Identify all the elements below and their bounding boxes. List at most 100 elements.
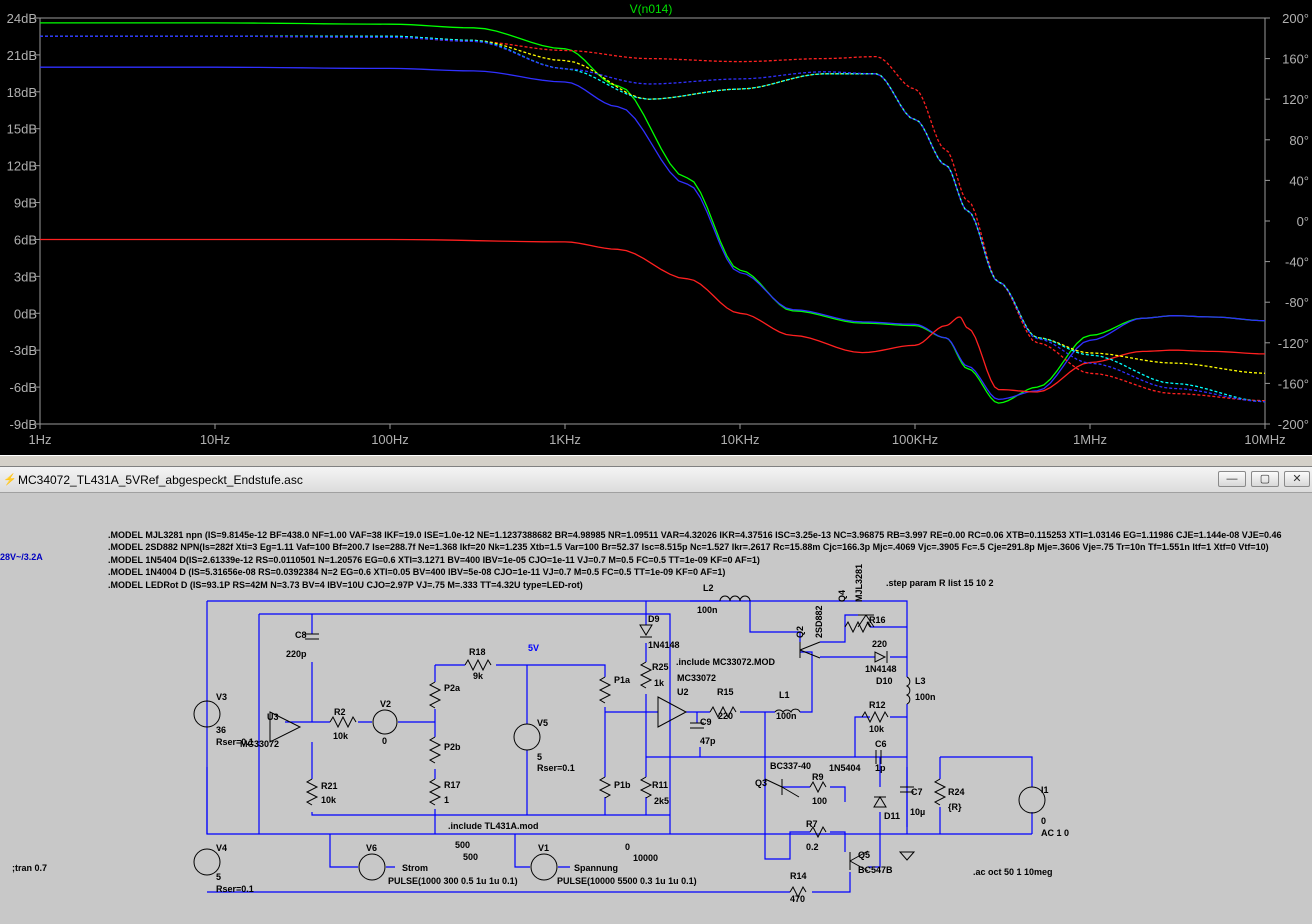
y-left-tick-label: -6dB bbox=[10, 380, 37, 395]
v1-net-label: Spannung bbox=[574, 863, 618, 873]
y-left-tick-label: 0dB bbox=[14, 306, 37, 321]
r11-value: 2k5 bbox=[654, 796, 669, 806]
p1b-label: P1b bbox=[614, 780, 631, 790]
phase-trace-6 bbox=[40, 35, 1266, 403]
v4-rser: Rser=0.1 bbox=[216, 884, 254, 894]
y-left-axis-ticks: 24dB 21dB 18dB 15dB 12dB 9dB 6dB 3dB 0dB -3dB -6dB… bbox=[7, 11, 40, 432]
close-button[interactable]: ✕ bbox=[1284, 471, 1310, 487]
v2-label: V2 bbox=[380, 699, 391, 709]
directive-tran: ;tran 0.7 bbox=[12, 863, 47, 873]
r15-label: R15 bbox=[717, 687, 734, 697]
r11-label: R11 bbox=[652, 780, 668, 790]
bode-plot[interactable]: V(n014) 1Hz 10Hz 100Hz 1KHz 10KHz 100KHz 1MHz 1… bbox=[0, 0, 1312, 455]
p2a-label: P2a bbox=[444, 683, 461, 693]
param-0: 0 bbox=[625, 842, 630, 852]
q2-label: Q2 bbox=[795, 626, 805, 638]
q3-transistor bbox=[764, 778, 800, 798]
u2-label: U2 bbox=[677, 687, 689, 697]
x-tick-label: 10KHz bbox=[720, 432, 759, 447]
v4-value: 5 bbox=[216, 872, 221, 882]
r14-label: R14 bbox=[790, 871, 807, 881]
minimize-button[interactable]: — bbox=[1218, 471, 1246, 487]
r11-resistor bbox=[639, 776, 653, 799]
magnitude-trace-0 bbox=[40, 22, 1266, 404]
l3-value: 100n bbox=[915, 692, 936, 702]
v3-value: 36 bbox=[216, 725, 226, 735]
r21-resistor bbox=[305, 778, 319, 806]
p2b-resistor bbox=[428, 736, 442, 764]
l1-label: L1 bbox=[779, 690, 790, 700]
plot-series bbox=[40, 22, 1266, 404]
v5-rser: Rser=0.1 bbox=[537, 763, 575, 773]
supply-note: 28V~/3.2A bbox=[0, 552, 43, 562]
q4-label: Q4 bbox=[837, 590, 847, 602]
r25-label: R25 bbox=[652, 662, 669, 672]
y-right-tick-label: -120° bbox=[1278, 336, 1309, 351]
d11-diode bbox=[873, 796, 887, 808]
y-left-tick-label: 12dB bbox=[7, 159, 37, 174]
schematic-canvas[interactable]: .MODEL MJL3281 npn (IS=9.8145e-12 BF=438… bbox=[0, 467, 1312, 924]
c7-value: 10µ bbox=[910, 807, 925, 817]
v4-label: V4 bbox=[216, 843, 227, 853]
i1-label: I1 bbox=[1041, 785, 1049, 795]
restore-button[interactable]: ▢ bbox=[1251, 471, 1279, 487]
u3-model: MC33072 bbox=[240, 739, 279, 749]
component-labels: V3 36 Rser=0.1 V4 5 Rser=0.1 U3 MC33072 … bbox=[216, 564, 1069, 904]
y-right-tick-label: -160° bbox=[1278, 376, 1309, 391]
waveform-plot-pane[interactable]: V(n014) 1Hz 10Hz 100Hz 1KHz 10KHz 100KHz 1MHz 1… bbox=[0, 0, 1312, 455]
q5-model: BC547B bbox=[858, 865, 893, 875]
r24-label: R24 bbox=[948, 787, 965, 797]
r2-label: R2 bbox=[334, 707, 346, 717]
param-500-b: 500 bbox=[463, 852, 478, 862]
d9-label: D9 bbox=[648, 614, 660, 624]
r2-resistor bbox=[329, 715, 357, 729]
p2b-label: P2b bbox=[444, 742, 461, 752]
y-right-tick-label: -80° bbox=[1285, 295, 1309, 310]
net-5v-label: 5V bbox=[528, 643, 539, 653]
q4-model: MJL3281 bbox=[854, 564, 864, 602]
r9-value: 100 bbox=[812, 796, 827, 806]
y-left-tick-label: 24dB bbox=[7, 11, 37, 26]
d10-model: 1N4148 bbox=[865, 664, 897, 674]
v1-label: V1 bbox=[538, 843, 549, 853]
x-tick-label: 10MHz bbox=[1244, 432, 1285, 447]
p1b-resistor bbox=[598, 776, 612, 799]
y-left-tick-label: 9dB bbox=[14, 196, 37, 211]
x-tick-label: 1Hz bbox=[28, 432, 51, 447]
x-axis-ticks: 1Hz 10Hz 100Hz 1KHz 10KHz 100KHz 1MHz 10MHz bbox=[28, 424, 1286, 447]
v1-source bbox=[530, 853, 558, 881]
pane-divider[interactable] bbox=[0, 455, 1312, 467]
v6-net-label: Strom bbox=[402, 863, 428, 873]
i1-ac: AC 1 0 bbox=[1041, 828, 1069, 838]
r16-label: R16 bbox=[869, 615, 886, 625]
d9-diode bbox=[639, 624, 653, 638]
y-right-tick-label: 160° bbox=[1282, 52, 1309, 67]
r12-value: 10k bbox=[869, 724, 885, 734]
directive-step: .step param R list 15 10 2 bbox=[886, 578, 994, 588]
q5-label: Q5 bbox=[858, 850, 870, 860]
directive-include-tl: .include TL431A.mod bbox=[448, 821, 539, 831]
schematic-titlebar[interactable]: ⚡ MC34072_TL431A_5VRef_abgespeckt_Endstu… bbox=[0, 467, 1312, 493]
v3-label: V3 bbox=[216, 692, 227, 702]
schematic-window[interactable]: .MODEL MJL3281 npn (IS=9.8145e-12 BF=438… bbox=[0, 467, 1312, 924]
c8-value: 220p bbox=[286, 649, 307, 659]
l2-label: L2 bbox=[703, 583, 714, 593]
window-title: MC34072_TL431A_5VRef_abgespeckt_Endstufe… bbox=[18, 473, 303, 487]
r14-value: 470 bbox=[790, 894, 805, 904]
trace-label[interactable]: V(n014) bbox=[630, 2, 673, 16]
r18-resistor bbox=[464, 658, 492, 672]
r17-label: R17 bbox=[444, 780, 461, 790]
ground-symbol bbox=[898, 851, 916, 861]
y-left-tick-label: 18dB bbox=[7, 85, 37, 100]
y-right-tick-label: -40° bbox=[1285, 255, 1309, 270]
v6-pulse: PULSE(1000 300 0.5 1u 1u 0.1) bbox=[388, 876, 518, 886]
y-right-tick-label: 80° bbox=[1289, 133, 1309, 148]
u2-opamp bbox=[657, 696, 688, 728]
r7-label: R7 bbox=[806, 819, 818, 829]
l2-inductor bbox=[719, 595, 751, 602]
y-right-tick-label: 120° bbox=[1282, 92, 1309, 107]
directive-ac: .ac oct 50 1 10meg bbox=[973, 867, 1053, 877]
x-tick-label: 1MHz bbox=[1073, 432, 1107, 447]
v6-label: V6 bbox=[366, 843, 377, 853]
r17-resistor bbox=[428, 778, 442, 806]
